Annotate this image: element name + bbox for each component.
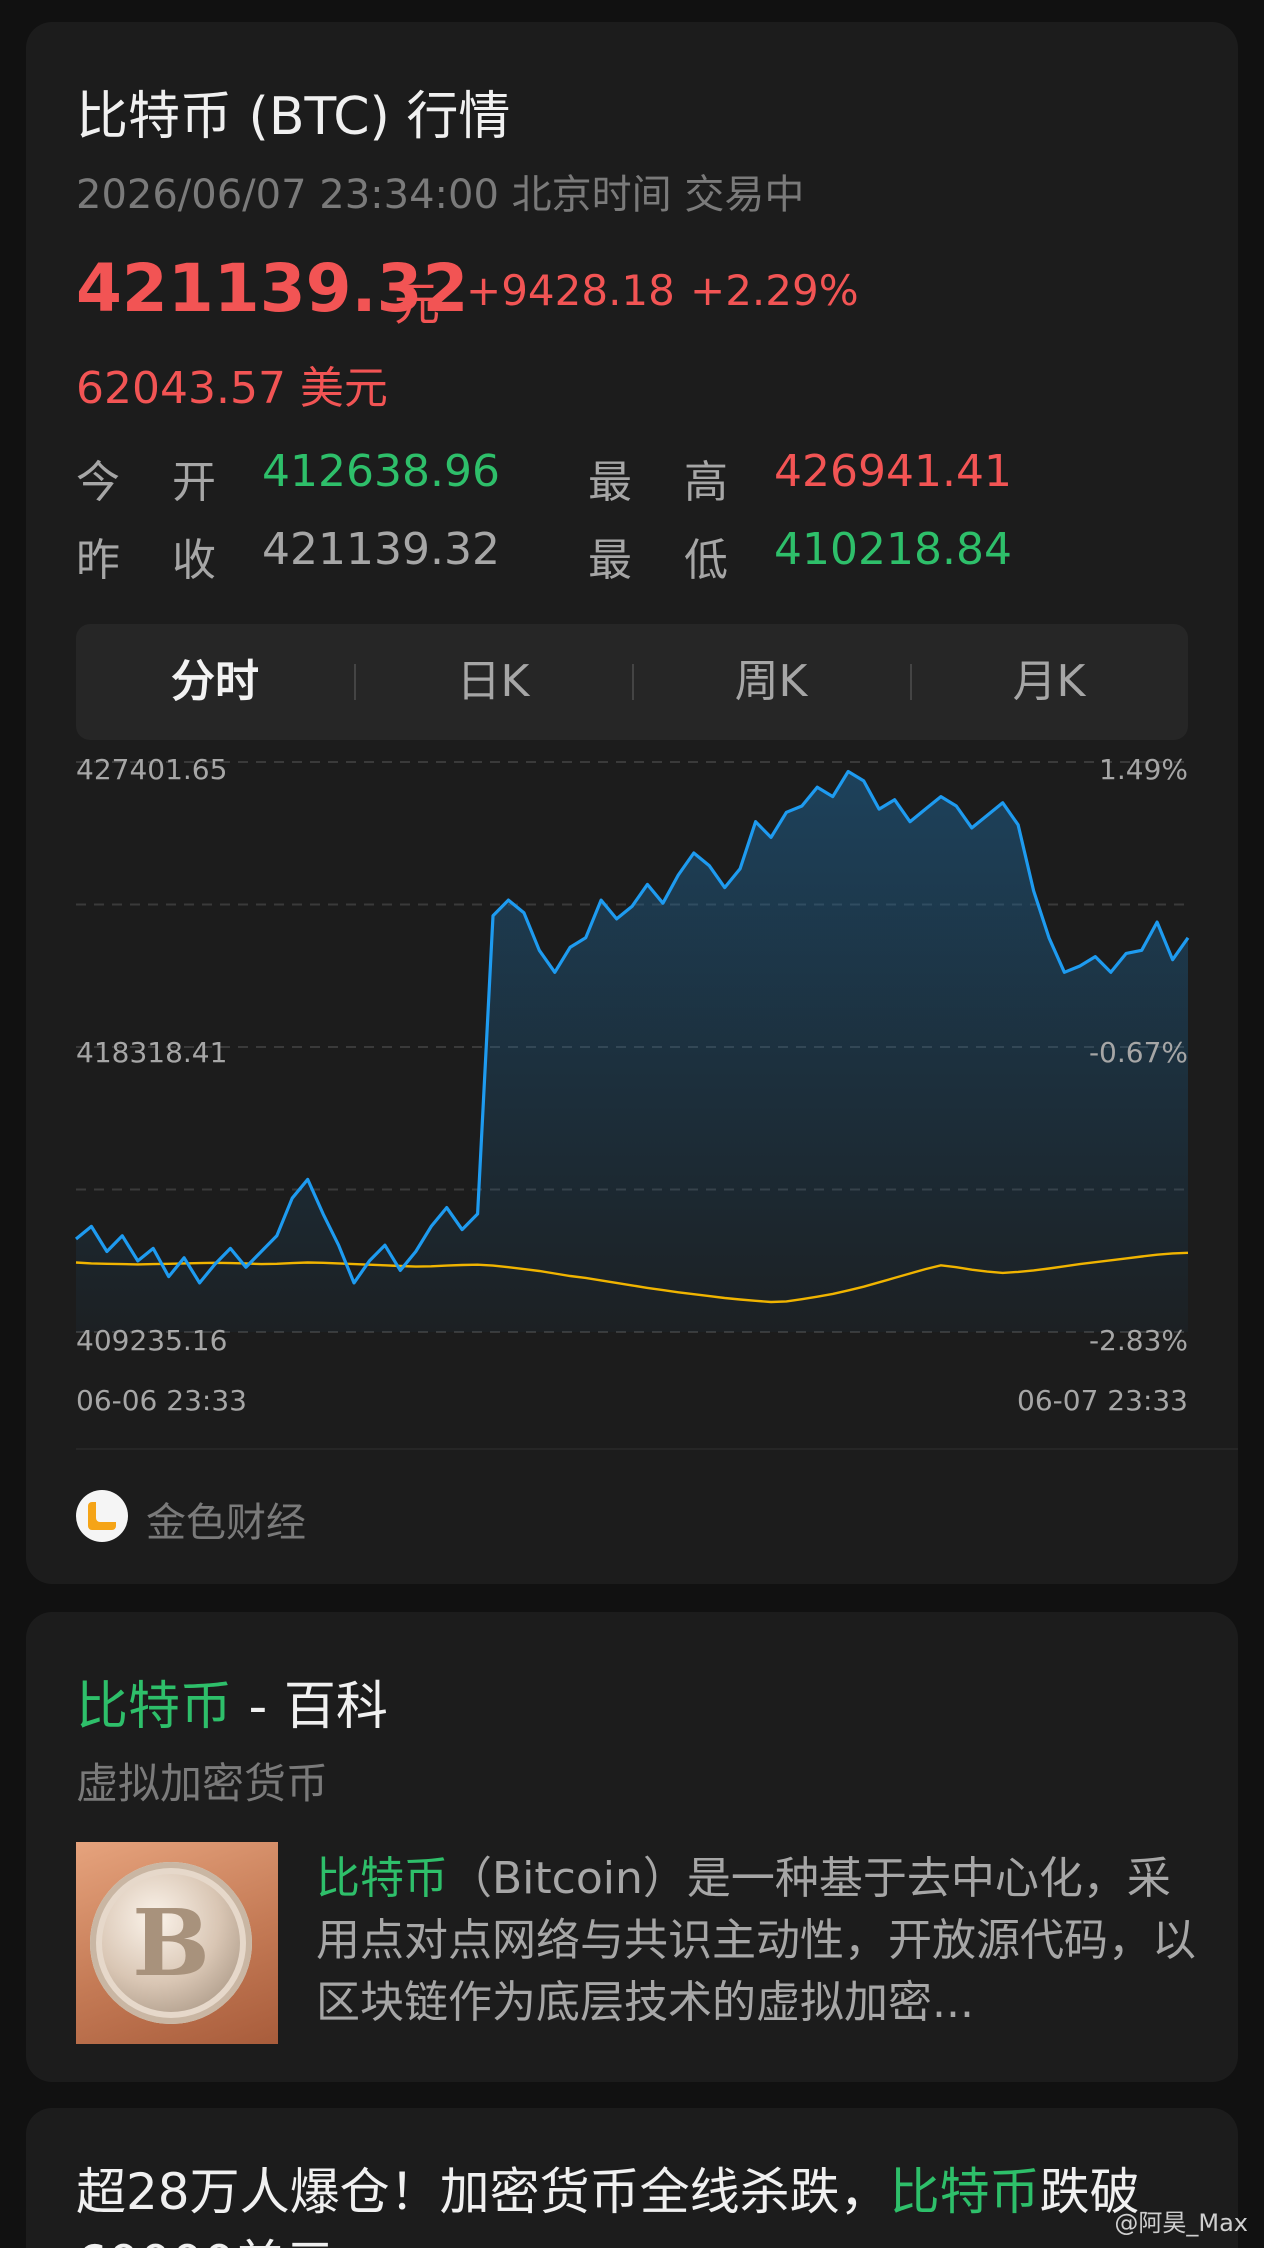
bitcoin-coin-image[interactable]: B [76,1842,278,2044]
price-area-fill [76,771,1188,1332]
wiki-subtitle: 虚拟加密货币 [76,1759,329,1808]
news-card[interactable]: 超28万人爆仓！加密货币全线杀跌，比特币跌破60000美元 [26,2108,1238,2248]
coin-icon: B [90,1862,252,2024]
wiki-description[interactable]: 比特币（Bitcoin）是一种基于去中心化，采用点对点网络与共识主动性，开放源代… [316,1848,1196,2034]
jinse-logo-icon [76,1490,128,1542]
wiki-card[interactable]: 比特币 - 百科 虚拟加密货币 B 比特币（Bitcoin）是一种基于去中心化，… [26,1612,1238,2082]
quote-card[interactable]: 比特币 (BTC) 行情 2026/06/07 23:34:00 北京时间 交易… [26,22,1238,1584]
wiki-title-suffix: - 百科 [232,1677,388,1737]
y-right-tick-mid: -0.67% [1089,1036,1188,1069]
card-divider [76,1448,1238,1450]
bitcoin-b-symbol: B [132,1889,210,1997]
source-name[interactable]: 金色财经 [146,1490,306,1548]
news-title[interactable]: 超28万人爆仓！加密货币全线杀跌，比特币跌破60000美元 [76,2156,1196,2248]
x-tick-start: 06-06 23:33 [76,1384,247,1417]
y-left-tick-mid: 418318.41 [76,1036,227,1069]
watermark: @阿昊_Max [1114,2209,1248,2237]
page: 比特币 (BTC) 行情 2026/06/07 23:34:00 北京时间 交易… [0,0,1264,2248]
y-left-tick-bottom: 409235.16 [76,1324,227,1357]
news-title-part1: 超28万人爆仓！加密货币全线杀跌， [76,2163,890,2221]
wiki-desc-text: （Bitcoin）是一种基于去中心化，采用点对点网络与共识主动性，开放源代码，以… [316,1853,1196,2028]
x-tick-end: 06-07 23:33 [1017,1384,1188,1417]
intraday-chart[interactable]: 427401.65 418318.41 409235.16 1.49% -0.6… [26,22,1238,1442]
y-left-tick-top: 427401.65 [76,753,227,786]
news-title-keyword: 比特币 [889,2163,1040,2221]
wiki-title-keyword: 比特币 [76,1677,233,1737]
wiki-desc-keyword: 比特币 [316,1853,448,1904]
y-right-tick-bottom: -2.83% [1089,1324,1188,1357]
y-right-tick-top: 1.49% [1099,753,1188,786]
wiki-title[interactable]: 比特币 - 百科 [76,1664,388,1739]
